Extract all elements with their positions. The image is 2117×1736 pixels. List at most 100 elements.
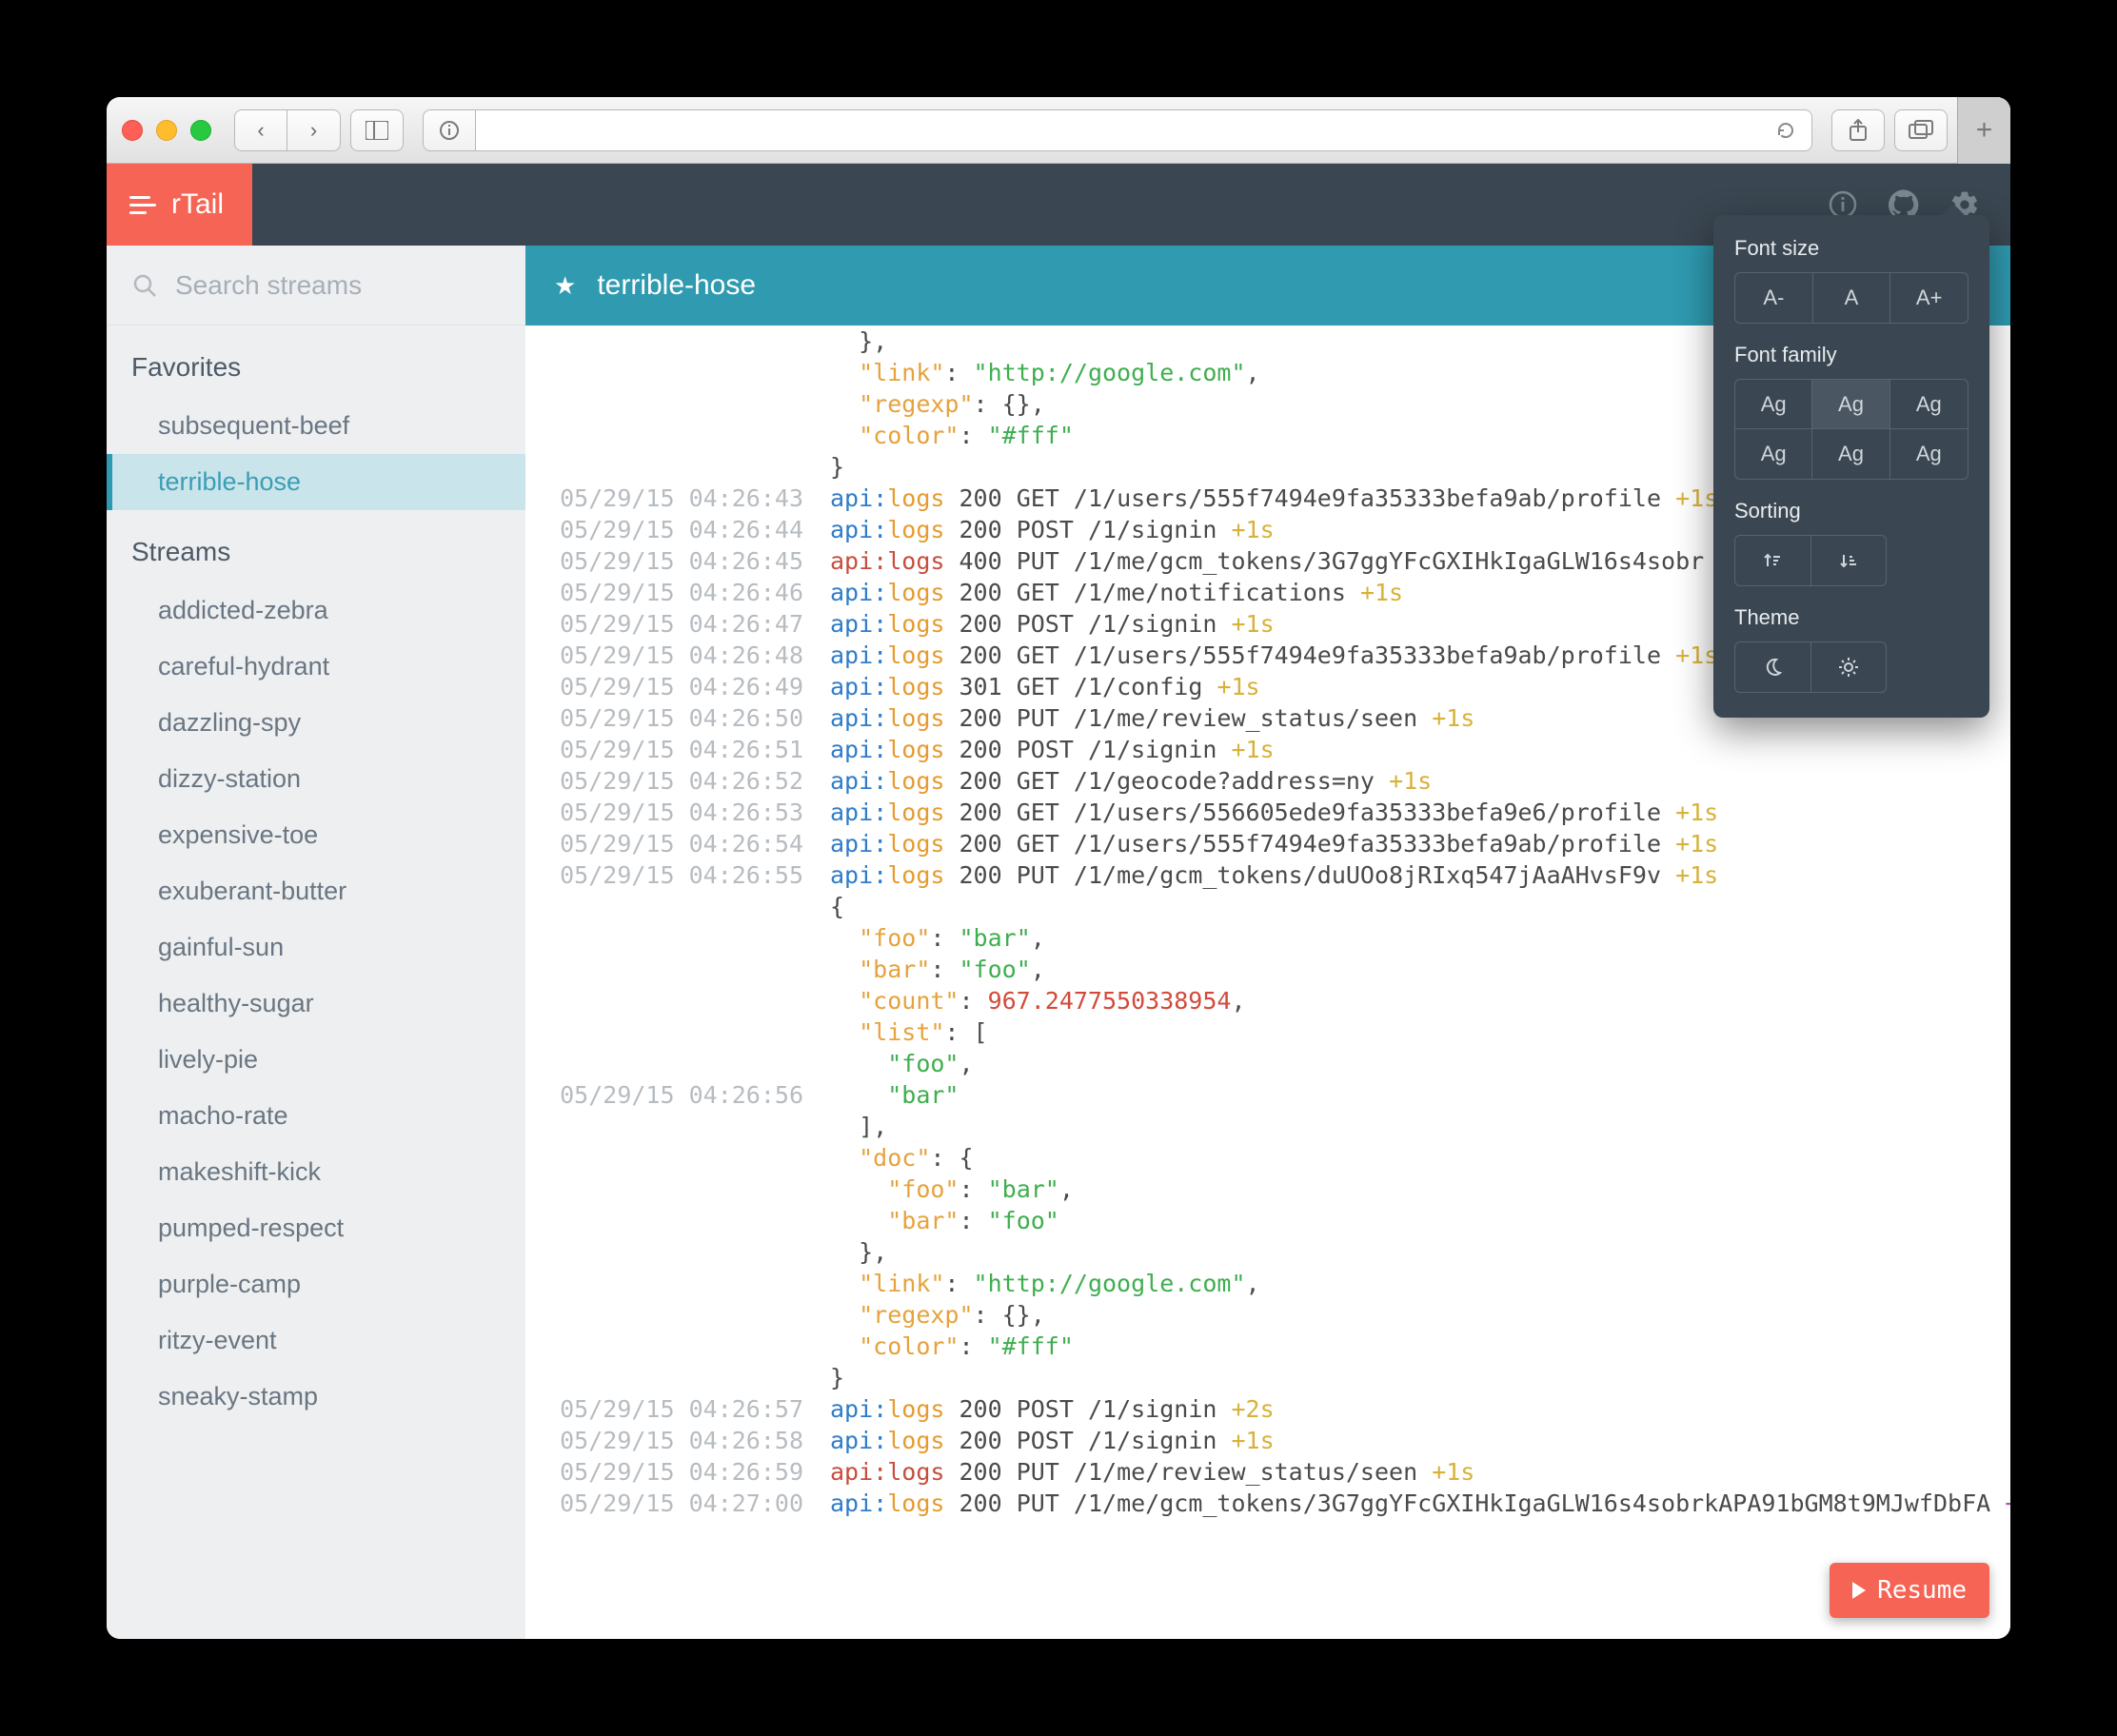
site-info-button[interactable] — [423, 109, 476, 151]
font-family-heading: Font family — [1734, 343, 1969, 367]
stream-item[interactable]: purple-camp — [107, 1256, 525, 1312]
log-row: "foo": "bar", — [525, 1174, 2010, 1205]
stream-item[interactable]: gainful-sun — [107, 919, 525, 976]
stream-item[interactable]: exuberant-butter — [107, 863, 525, 919]
search-placeholder: Search streams — [175, 270, 362, 301]
log-row: 05/29/15 04:26:58api:logs 200 POST /1/si… — [525, 1425, 2010, 1456]
theme-light-button[interactable] — [1811, 642, 1887, 692]
stream-title: terrible-hose — [597, 269, 756, 302]
stream-item[interactable]: lively-pie — [107, 1032, 525, 1088]
stream-item[interactable]: dazzling-spy — [107, 695, 525, 751]
stream-item[interactable]: makeshift-kick — [107, 1144, 525, 1200]
font-size-increase[interactable]: A+ — [1890, 273, 1968, 323]
font-family-6[interactable]: Ag — [1890, 429, 1968, 479]
forward-button[interactable]: › — [287, 109, 341, 151]
font-family-4[interactable]: Ag — [1735, 429, 1812, 479]
close-window-button[interactable] — [122, 120, 143, 141]
address-bar — [423, 109, 1812, 151]
log-row: "bar": "foo", — [525, 954, 2010, 985]
log-row: 05/29/15 04:26:52api:logs 200 GET /1/geo… — [525, 765, 2010, 797]
log-timestamp: 05/29/15 04:26:54 — [525, 828, 830, 859]
log-message: api:logs 200 PUT /1/me/gcm_tokens/duUOo8… — [830, 859, 2010, 891]
favorite-star-icon[interactable]: ★ — [554, 271, 576, 301]
log-timestamp: 05/29/15 04:27:00 — [525, 1488, 830, 1519]
font-size-default[interactable]: A — [1813, 273, 1891, 323]
log-timestamp: 05/29/15 04:26:47 — [525, 608, 830, 640]
zoom-window-button[interactable] — [190, 120, 211, 141]
log-row: 05/29/15 04:26:59api:logs 200 PUT /1/me/… — [525, 1456, 2010, 1488]
log-timestamp: 05/29/15 04:26:51 — [525, 734, 830, 765]
brand[interactable]: rTail — [107, 164, 252, 246]
sort-desc-icon — [1838, 550, 1859, 571]
sort-desc-button[interactable] — [1811, 536, 1887, 585]
window-controls — [122, 120, 211, 141]
log-row: "count": 967.2477550338954, — [525, 985, 2010, 1016]
log-timestamp: 05/29/15 04:26:59 — [525, 1456, 830, 1488]
log-row: "link": "http://google.com", — [525, 1268, 2010, 1299]
log-message: api:logs 200 POST /1/signin +1s — [830, 734, 2010, 765]
favorite-item[interactable]: subsequent-beef — [107, 398, 525, 454]
theme-heading: Theme — [1734, 605, 1969, 630]
font-family-3[interactable]: Ag — [1890, 380, 1968, 429]
stream-item[interactable]: pumped-respect — [107, 1200, 525, 1256]
log-row: "color": "#fff" — [525, 1331, 2010, 1362]
font-family-5[interactable]: Ag — [1812, 429, 1889, 479]
resume-button[interactable]: Resume — [1830, 1563, 1989, 1618]
font-family-1[interactable]: Ag — [1735, 380, 1812, 429]
log-row: }, — [525, 1236, 2010, 1268]
app-name: rTail — [171, 188, 224, 221]
app: rTail Font size A- A A+ — [107, 164, 2010, 1639]
log-timestamp: 05/29/15 04:26:58 — [525, 1425, 830, 1456]
share-button[interactable] — [1831, 109, 1885, 151]
log-row: "foo": "bar", — [525, 922, 2010, 954]
nav-buttons: ‹ › — [234, 109, 341, 151]
stream-item[interactable]: sneaky-stamp — [107, 1369, 525, 1425]
font-size-options: A- A A+ — [1734, 272, 1969, 324]
search-streams[interactable]: Search streams — [107, 246, 525, 326]
favorites-heading: Favorites — [107, 326, 525, 398]
stream-item[interactable]: careful-hydrant — [107, 639, 525, 695]
log-message: api:logs 200 POST /1/signin +2s — [830, 1393, 2010, 1425]
log-row: "foo", — [525, 1048, 2010, 1079]
tabs-button[interactable] — [1894, 109, 1948, 151]
url-field[interactable] — [476, 109, 1812, 151]
stream-item[interactable]: addicted-zebra — [107, 582, 525, 639]
menu-icon — [129, 196, 156, 214]
theme-dark-button[interactable] — [1735, 642, 1811, 692]
stream-item[interactable]: dizzy-station — [107, 751, 525, 807]
sorting-options — [1734, 535, 1887, 586]
log-timestamp: 05/29/15 04:26:55 — [525, 859, 830, 891]
sorting-heading: Sorting — [1734, 499, 1969, 523]
log-row: 05/29/15 04:26:54api:logs 200 GET /1/use… — [525, 828, 2010, 859]
app-header: rTail Font size A- A A+ — [107, 164, 2010, 246]
stream-item[interactable]: ritzy-event — [107, 1312, 525, 1369]
log-row: "regexp": {}, — [525, 1299, 2010, 1331]
theme-options — [1734, 641, 1887, 693]
moon-icon — [1762, 657, 1783, 678]
font-size-decrease[interactable]: A- — [1735, 273, 1813, 323]
log-row: ], — [525, 1111, 2010, 1142]
log-row: 05/29/15 04:26:53api:logs 200 GET /1/use… — [525, 797, 2010, 828]
stream-item[interactable]: macho-rate — [107, 1088, 525, 1144]
font-family-options: Ag Ag Ag Ag Ag Ag — [1734, 379, 1969, 480]
log-row: 05/29/15 04:26:57api:logs 200 POST /1/si… — [525, 1393, 2010, 1425]
sidebar-toggle-button[interactable] — [350, 109, 404, 151]
log-row: 05/29/15 04:27:00api:logs 200 PUT /1/me/… — [525, 1488, 2010, 1519]
log-timestamp: 05/29/15 04:26:52 — [525, 765, 830, 797]
new-tab-button[interactable]: + — [1957, 97, 2010, 164]
log-row: 05/29/15 04:26:56 "bar" — [525, 1079, 2010, 1111]
log-row: } — [525, 1362, 2010, 1393]
font-family-2[interactable]: Ag — [1812, 380, 1889, 429]
stream-item[interactable]: expensive-toe — [107, 807, 525, 863]
log-timestamp: 05/29/15 04:26:44 — [525, 514, 830, 545]
log-row: { — [525, 891, 2010, 922]
favorite-item[interactable]: terrible-hose — [107, 454, 525, 510]
browser-toolbar: ‹ › + — [107, 97, 2010, 164]
minimize-window-button[interactable] — [156, 120, 177, 141]
font-size-heading: Font size — [1734, 236, 1969, 261]
sort-asc-button[interactable] — [1735, 536, 1811, 585]
stream-item[interactable]: healthy-sugar — [107, 976, 525, 1032]
back-button[interactable]: ‹ — [234, 109, 287, 151]
log-row: 05/29/15 04:26:55api:logs 200 PUT /1/me/… — [525, 859, 2010, 891]
search-icon — [131, 272, 158, 299]
